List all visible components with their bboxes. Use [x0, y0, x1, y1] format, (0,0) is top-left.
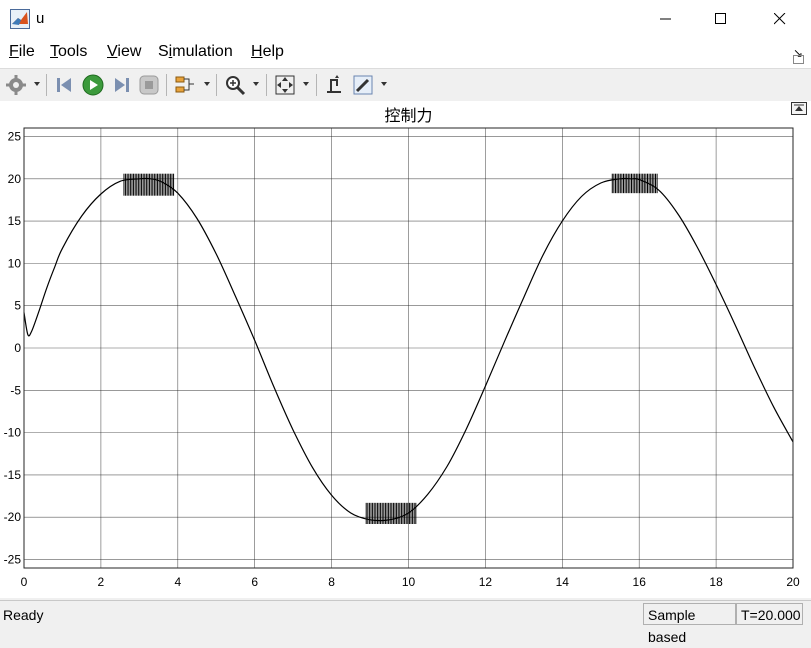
menu-file-mnemonic: F [9, 43, 19, 60]
menu-tools[interactable]: Tools [50, 43, 87, 61]
menu-simulation[interactable]: Simulation [158, 43, 233, 61]
x-tick-label: 4 [174, 575, 181, 589]
step-back-icon[interactable] [54, 74, 76, 96]
x-tick-label: 6 [251, 575, 258, 589]
step-forward-icon[interactable] [110, 74, 132, 96]
y-tick-label: 25 [8, 129, 22, 143]
menu-tools-label: ools [58, 43, 88, 60]
status-ready: Ready [3, 607, 44, 623]
grid-lines [23, 128, 794, 568]
menu-help[interactable]: Help [251, 43, 284, 61]
menu-bar: File Tools View Simulation Help ↘ [0, 38, 811, 68]
autoscale-icon[interactable] [274, 74, 296, 96]
menu-simulation-prefix: S [158, 43, 169, 60]
menu-view-mnemonic: V [107, 43, 118, 60]
y-tick-label: -15 [4, 468, 22, 482]
menu-help-mnemonic: H [251, 43, 263, 60]
zoom-dropdown-icon[interactable] [253, 82, 259, 86]
y-tick-label: 10 [8, 256, 22, 270]
x-tick-label: 18 [709, 575, 723, 589]
toolbar-separator [266, 74, 267, 96]
x-tick-label: 20 [786, 575, 800, 589]
autoscale-dropdown-icon[interactable] [303, 82, 309, 86]
chatter-regions [123, 173, 658, 524]
run-icon[interactable] [82, 74, 104, 96]
menu-tools-mnemonic: T [50, 43, 58, 60]
x-tick-label: 16 [633, 575, 647, 589]
restore-axes-icon[interactable] [791, 102, 807, 116]
minimize-icon [660, 18, 671, 20]
menu-simulation-label: mulation [172, 43, 233, 60]
menu-file-label: ile [18, 43, 35, 60]
y-tick-label: -25 [4, 553, 22, 567]
toolbar-separator [166, 74, 167, 96]
y-tick-label: -20 [4, 510, 22, 524]
undock-icon[interactable] [793, 52, 805, 64]
x-tick-label: 14 [556, 575, 570, 589]
settings-dropdown-icon[interactable] [34, 82, 40, 86]
matlab-icon [10, 9, 30, 29]
status-sample-mode: Sample based [643, 603, 736, 645]
chart[interactable]: 0 2 4 6 8 10 12 14 16 18 20 25 20 15 10 5 0 -5 -10 -15 -20 -2… [0, 101, 811, 598]
highlight-icon[interactable] [352, 74, 374, 96]
y-tick-label: 0 [14, 341, 21, 355]
menu-view-label: iew [117, 43, 142, 60]
toolbar [0, 68, 811, 102]
highlight-dropdown-icon[interactable] [381, 82, 387, 86]
chart-title: 控制力 [384, 107, 432, 125]
signal-selector-icon[interactable] [174, 74, 196, 96]
close-button[interactable] [751, 0, 809, 38]
menu-file[interactable]: File [9, 43, 35, 61]
close-icon [774, 13, 786, 25]
menu-view[interactable]: View [107, 43, 141, 61]
x-tick-label: 10 [402, 575, 416, 589]
toolbar-separator [216, 74, 217, 96]
gear-icon[interactable] [5, 74, 27, 96]
x-tick-label: 12 [479, 575, 493, 589]
x-tick-label: 0 [21, 575, 28, 589]
y-tick-label: -5 [10, 383, 21, 397]
cursor-measure-icon[interactable] [323, 74, 345, 96]
title-bar: u [0, 0, 811, 38]
signal-dropdown-icon[interactable] [204, 82, 210, 86]
y-tick-label: 20 [8, 172, 22, 186]
stop-icon[interactable] [138, 74, 160, 96]
menu-help-label: elp [262, 43, 284, 60]
status-bar: Ready Sample based T=20.000 [0, 600, 811, 645]
maximize-button[interactable] [692, 0, 750, 38]
x-tick-label: 8 [328, 575, 335, 589]
zoom-icon[interactable] [224, 74, 246, 96]
scope-plot-area: 0 2 4 6 8 10 12 14 16 18 20 25 20 15 10 5 0 -5 -10 -15 -20 -2… [0, 101, 811, 598]
window-title: u [36, 10, 45, 27]
toolbar-separator [46, 74, 47, 96]
minimize-button[interactable] [637, 0, 695, 38]
maximize-icon [715, 13, 726, 24]
y-tick-label: 5 [14, 299, 21, 313]
status-time: T=20.000 [736, 603, 803, 625]
x-tick-label: 2 [98, 575, 105, 589]
toolbar-separator [316, 74, 317, 96]
y-tick-label: 15 [8, 214, 22, 228]
y-tick-label: -10 [4, 426, 22, 440]
